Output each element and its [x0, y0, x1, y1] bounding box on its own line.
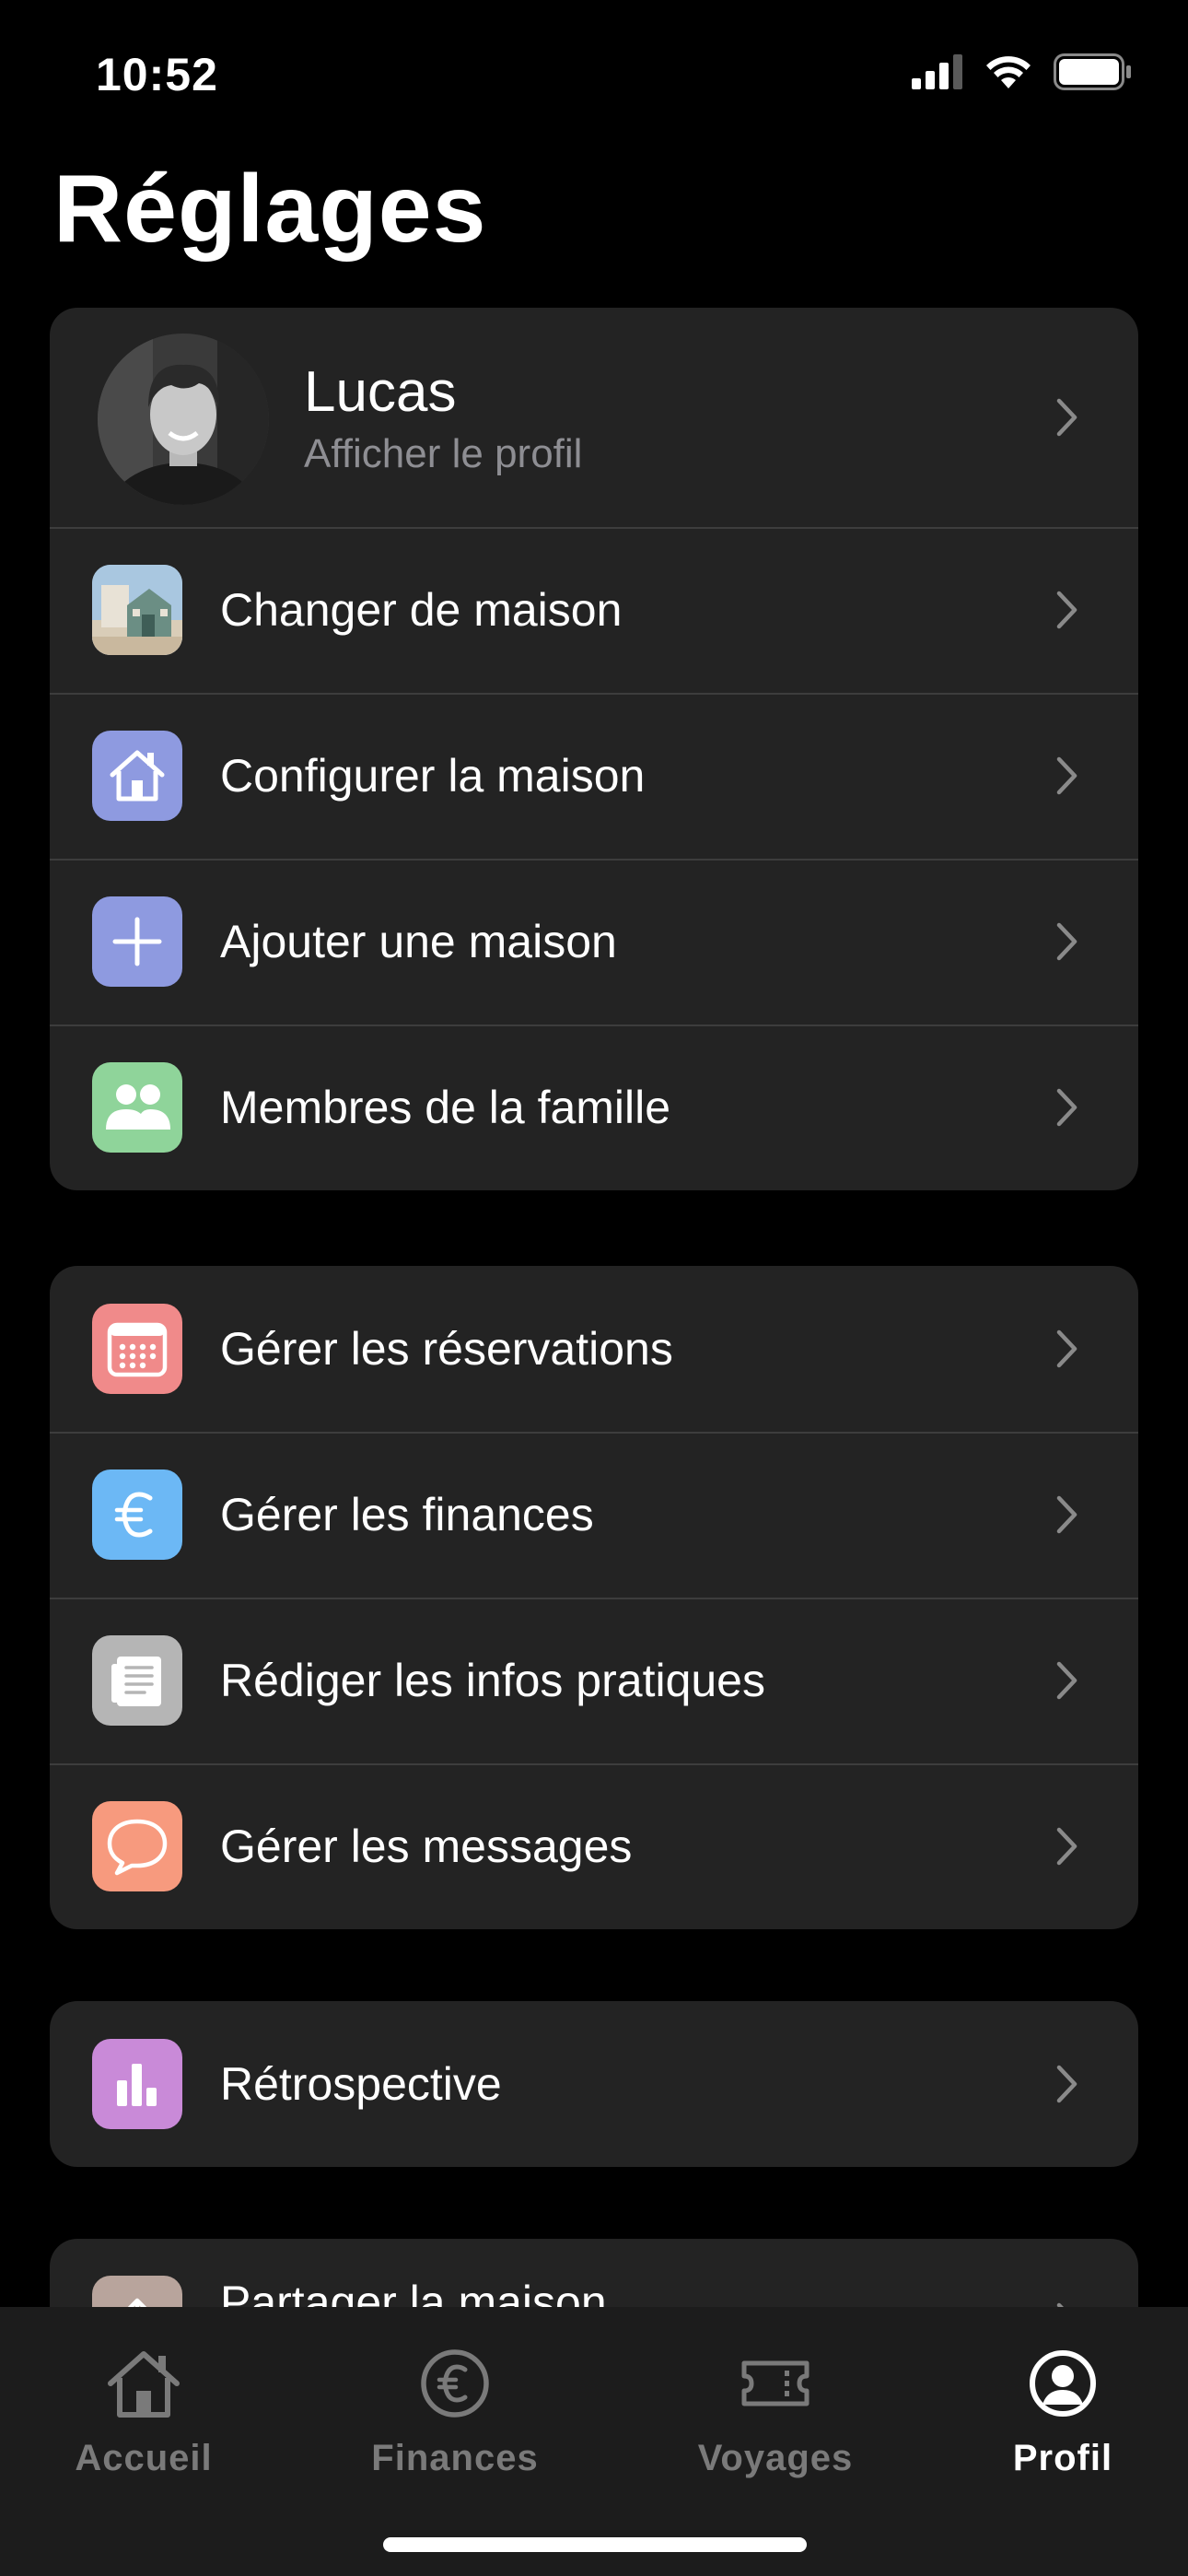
- row-label: Partager la maison: [220, 2277, 607, 2307]
- row-label: Membres de la famille: [220, 1082, 671, 1133]
- tab-voyages[interactable]: Voyages: [656, 2342, 895, 2479]
- row-family-members[interactable]: Membres de la famille: [50, 1025, 1138, 1190]
- row-add-house[interactable]: Ajouter une maison: [50, 859, 1138, 1025]
- row-label: Ajouter une maison: [220, 916, 617, 967]
- chart-icon: [92, 2039, 182, 2129]
- row-manage-reservations[interactable]: Gérer les réservations: [50, 1266, 1138, 1432]
- plus-icon: [92, 896, 182, 987]
- row-label: Gérer les finances: [220, 1489, 594, 1540]
- row-label: Rédiger les infos pratiques: [220, 1655, 765, 1706]
- tab-label: Finances: [371, 2438, 539, 2478]
- chevron-right-icon: [1054, 921, 1081, 962]
- chevron-right-icon: [1054, 1826, 1081, 1867]
- tab-finances[interactable]: Finances: [335, 2342, 575, 2479]
- chevron-right-icon: [1054, 397, 1081, 438]
- row-label: Changer de maison: [220, 584, 623, 636]
- row-retrospective[interactable]: Rétrospective: [50, 2001, 1138, 2167]
- row-share-house[interactable]: Partager la maison: [50, 2239, 1138, 2307]
- row-change-house[interactable]: Changer de maison: [50, 527, 1138, 693]
- calendar-icon: [92, 1304, 182, 1394]
- house-photo-icon: [92, 565, 182, 655]
- row-label: Configurer la maison: [220, 750, 646, 802]
- row-label: Gérer les réservations: [220, 1323, 673, 1375]
- avatar: [98, 334, 269, 505]
- row-configure-house[interactable]: Configurer la maison: [50, 693, 1138, 859]
- chevron-right-icon: [1054, 1329, 1081, 1369]
- tab-profil[interactable]: Profil: [943, 2342, 1182, 2479]
- settings-scroll-area[interactable]: Réglages Lucas Afficher le profil Change…: [0, 0, 1188, 2307]
- euro-icon: [92, 1469, 182, 1560]
- people-icon: [92, 1062, 182, 1153]
- profile-icon: [1021, 2342, 1104, 2425]
- row-label: Rétrospective: [220, 2058, 502, 2110]
- tab-label: Accueil: [75, 2438, 213, 2478]
- home-indicator: [383, 2537, 807, 2552]
- chevron-right-icon: [1054, 1494, 1081, 1535]
- row-write-practical-info[interactable]: Rédiger les infos pratiques: [50, 1598, 1138, 1763]
- group-manage: Gérer les réservations Gérer les finance…: [50, 1266, 1138, 1929]
- profile-subtitle: Afficher le profil: [304, 431, 583, 476]
- group-home: Lucas Afficher le profil Changer de mais…: [50, 308, 1138, 1190]
- document-icon: [92, 1635, 182, 1726]
- chevron-right-icon: [1054, 2064, 1081, 2104]
- share-icon: [92, 2276, 182, 2307]
- ticket-icon: [734, 2342, 817, 2425]
- tab-bar: Accueil Finances Voyages Profil: [0, 2307, 1188, 2576]
- message-icon: [92, 1801, 182, 1891]
- euro-circle-icon: [413, 2342, 496, 2425]
- home-icon: [102, 2342, 185, 2425]
- profile-row[interactable]: Lucas Afficher le profil: [50, 308, 1138, 527]
- chevron-right-icon: [1054, 1660, 1081, 1701]
- chevron-right-icon: [1054, 1087, 1081, 1128]
- tab-label: Voyages: [697, 2438, 854, 2478]
- group-retrospective: Rétrospective: [50, 2001, 1138, 2167]
- tab-label: Profil: [1012, 2438, 1113, 2478]
- group-share: Partager la maison: [50, 2239, 1138, 2307]
- row-label: Gérer les messages: [220, 1821, 633, 1872]
- row-manage-messages[interactable]: Gérer les messages: [50, 1763, 1138, 1929]
- profile-name: Lucas: [304, 360, 457, 424]
- chevron-right-icon: [1054, 755, 1081, 796]
- row-manage-finances[interactable]: Gérer les finances: [50, 1432, 1138, 1598]
- page-title: Réglages: [53, 156, 487, 263]
- tab-accueil[interactable]: Accueil: [24, 2342, 263, 2479]
- house-icon: [92, 731, 182, 821]
- chevron-right-icon: [1054, 590, 1081, 630]
